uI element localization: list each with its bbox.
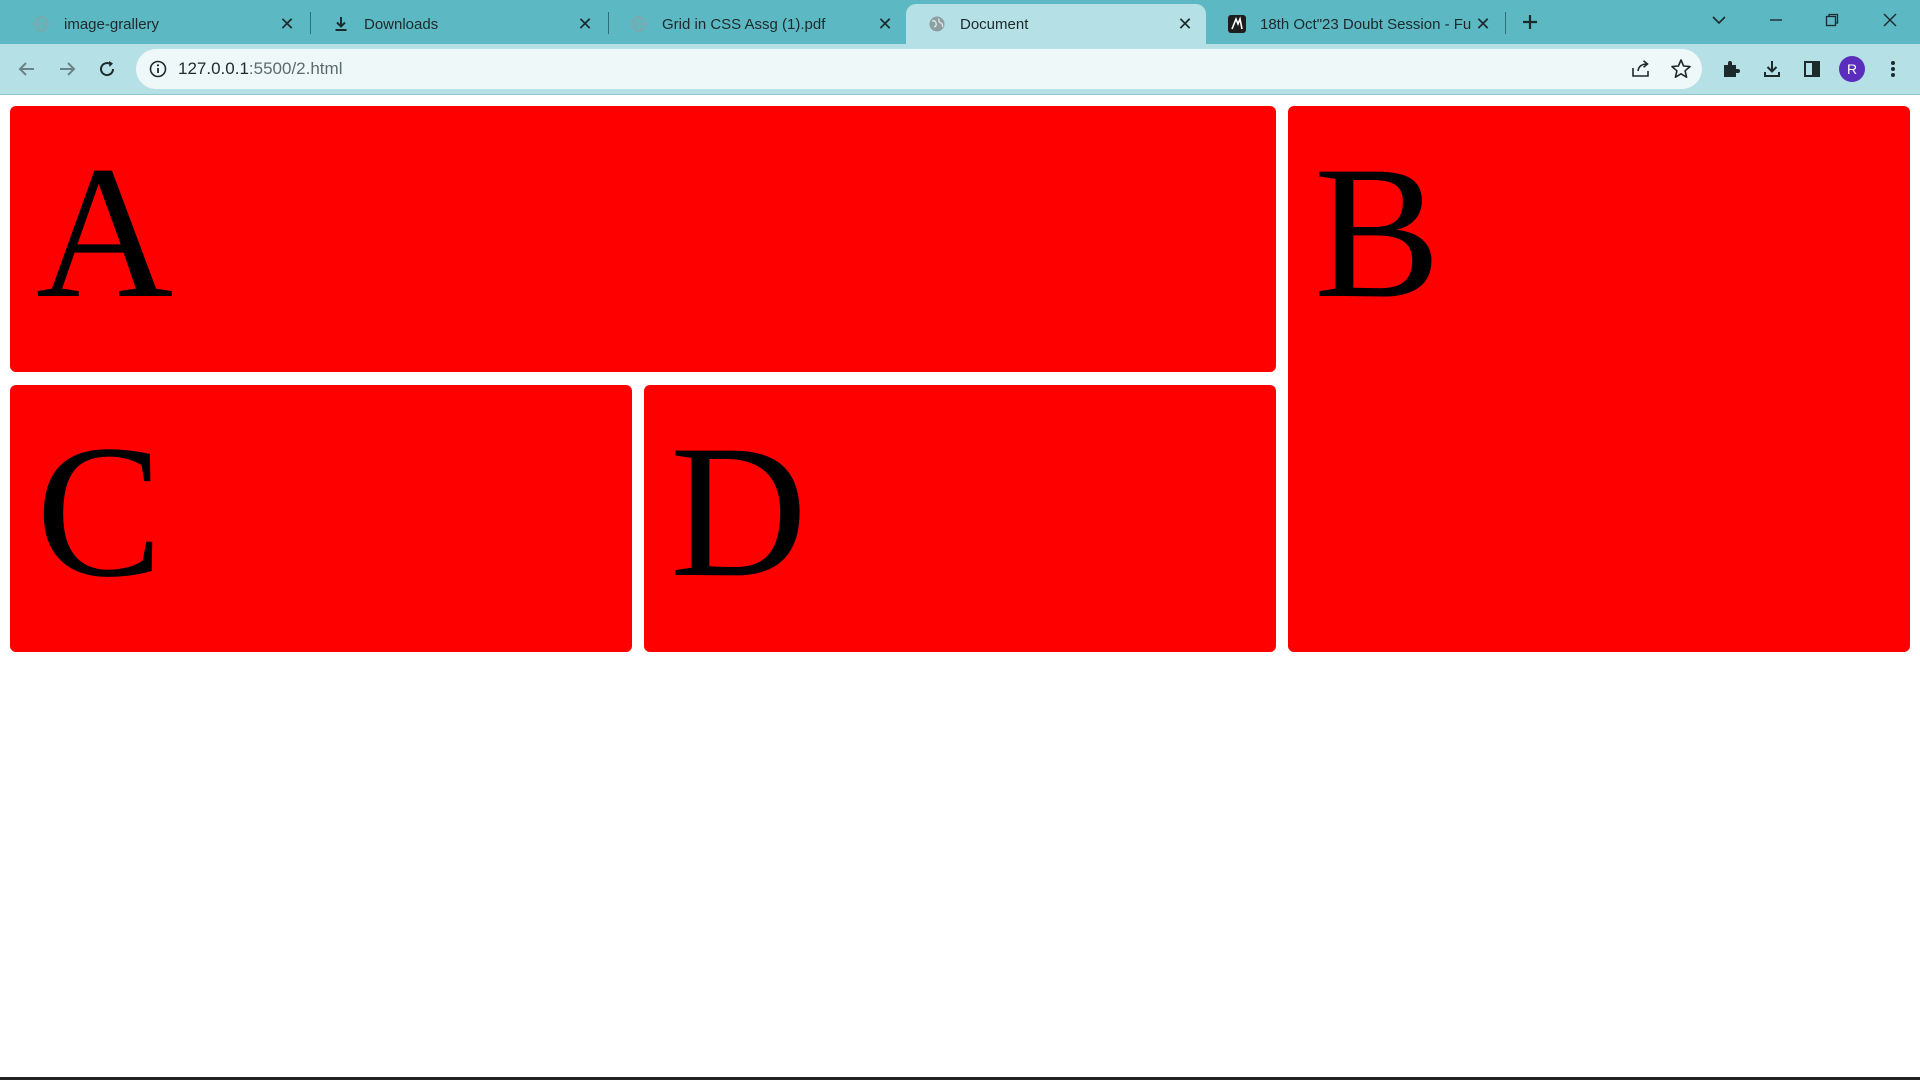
minimize-icon — [1770, 19, 1782, 21]
close-icon[interactable]: ✕ — [1472, 13, 1494, 35]
profile-button[interactable]: R — [1835, 52, 1869, 86]
close-icon — [1883, 13, 1897, 27]
downloads-button[interactable] — [1755, 52, 1789, 86]
close-window-button[interactable] — [1862, 0, 1918, 40]
url-path: :5500/2.html — [248, 59, 343, 78]
tab-title: 18th Oct"23 Doubt Session - Ful — [1260, 15, 1472, 33]
reload-icon — [100, 61, 115, 77]
browser-toolbar: 127.0.0.1:5500/2.html R — [0, 44, 1920, 95]
minimize-button[interactable] — [1748, 0, 1804, 40]
share-icon — [1632, 60, 1649, 77]
address-bar[interactable]: 127.0.0.1:5500/2.html — [136, 49, 1702, 89]
avatar: R — [1839, 56, 1865, 82]
share-button[interactable] — [1628, 57, 1654, 81]
globe-icon — [926, 13, 948, 35]
extensions-button[interactable] — [1714, 52, 1748, 86]
arrow-left-icon — [18, 62, 34, 76]
plus-icon — [1523, 15, 1537, 29]
tab-title: Grid in CSS Assg (1).pdf — [662, 15, 826, 33]
close-icon[interactable]: ✕ — [1174, 13, 1196, 35]
grid-box-b: B — [1288, 106, 1910, 652]
grid-box-d: D — [644, 385, 1276, 652]
download-icon — [330, 13, 352, 35]
forward-button[interactable] — [50, 52, 84, 86]
box-letter: D — [670, 407, 808, 617]
star-icon — [1671, 59, 1691, 78]
url-text: 127.0.0.1:5500/2.html — [178, 59, 342, 79]
side-panel-icon — [1804, 61, 1820, 77]
tab-separator — [1505, 12, 1506, 34]
reload-button[interactable] — [90, 52, 124, 86]
box-letter: C — [36, 407, 163, 617]
side-panel-button[interactable] — [1795, 52, 1829, 86]
tab-strip: image-grallery ✕ Downloads ✕ Grid in CSS… — [0, 0, 1920, 44]
more-vert-icon — [1891, 61, 1895, 77]
tab-document[interactable]: Document ✕ — [906, 4, 1206, 44]
menu-button[interactable] — [1876, 52, 1910, 86]
globe-icon — [628, 13, 650, 35]
puzzle-icon — [1724, 61, 1740, 77]
grid-box-a: A — [10, 106, 1276, 372]
tab-image-gallery[interactable]: image-grallery ✕ — [10, 4, 308, 44]
arrow-right-icon — [60, 62, 76, 76]
restore-icon — [1825, 13, 1839, 27]
box-letter: B — [1314, 128, 1441, 338]
tab-title: Downloads — [364, 15, 439, 33]
tab-search-button[interactable] — [1691, 0, 1747, 40]
box-letter: A — [36, 128, 174, 338]
url-host: 127.0.0.1 — [178, 59, 249, 78]
tab-downloads[interactable]: Downloads ✕ — [310, 4, 606, 44]
tab-title: image-grallery — [64, 15, 160, 33]
grid-box-c: C — [10, 385, 632, 652]
globe-icon — [30, 13, 52, 35]
tab-grid-pdf[interactable]: Grid in CSS Assg (1).pdf ✕ — [608, 4, 906, 44]
download-icon — [1764, 61, 1780, 77]
bookmark-button[interactable] — [1668, 57, 1694, 81]
tab-doubt-session[interactable]: 18th Oct"23 Doubt Session - Ful ✕ — [1206, 4, 1504, 44]
chevron-down-icon — [1712, 16, 1726, 25]
new-tab-button[interactable] — [1512, 6, 1548, 38]
info-icon[interactable] — [148, 59, 168, 79]
page-content: A B C D — [0, 95, 1920, 1078]
site-logo-icon — [1226, 13, 1248, 35]
restore-button[interactable] — [1804, 0, 1860, 40]
close-icon[interactable]: ✕ — [574, 13, 596, 35]
close-icon[interactable]: ✕ — [874, 13, 896, 35]
back-button[interactable] — [10, 52, 44, 86]
close-icon[interactable]: ✕ — [276, 13, 298, 35]
tab-title: Document — [960, 15, 1029, 33]
